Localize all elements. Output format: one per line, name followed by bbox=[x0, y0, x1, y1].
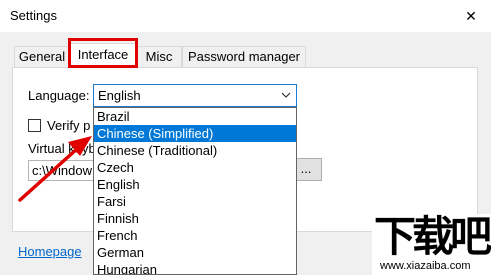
language-select[interactable]: English bbox=[93, 84, 297, 107]
language-label: Language: bbox=[28, 88, 90, 103]
language-option-selected[interactable]: Chinese (Simplified) bbox=[94, 125, 296, 142]
language-option[interactable]: Finnish bbox=[94, 210, 296, 227]
language-option[interactable]: Chinese (Traditional) bbox=[94, 142, 296, 159]
language-select-value: English bbox=[98, 88, 141, 103]
tab-misc-label: Misc bbox=[145, 49, 173, 64]
language-option[interactable]: French bbox=[94, 227, 296, 244]
tab-password-manager-label: Password manager bbox=[188, 49, 300, 64]
language-option[interactable]: English bbox=[94, 176, 296, 193]
homepage-link[interactable]: Homepage bbox=[18, 244, 82, 259]
window-title: Settings bbox=[10, 8, 57, 23]
verify-checkbox[interactable] bbox=[28, 119, 41, 132]
tab-password-manager[interactable]: Password manager bbox=[182, 46, 306, 67]
language-option[interactable]: Czech bbox=[94, 159, 296, 176]
title-bar: Settings ✕ bbox=[0, 0, 491, 32]
verify-checkbox-label: Verify p bbox=[47, 118, 91, 133]
virtual-keyboard-label: Virtual keyb bbox=[28, 141, 96, 156]
language-dropdown-list[interactable]: Brazil Chinese (Simplified) Chinese (Tra… bbox=[93, 107, 297, 275]
tab-misc[interactable]: Misc bbox=[136, 46, 182, 67]
virtual-keyboard-path-value: c:\Window bbox=[32, 163, 92, 178]
language-option[interactable]: Farsi bbox=[94, 193, 296, 210]
tab-general-label: General bbox=[18, 49, 66, 64]
interface-tab-highlight bbox=[68, 38, 138, 68]
browse-button-label: ... bbox=[300, 161, 312, 176]
close-button[interactable]: ✕ bbox=[451, 0, 491, 32]
tab-general[interactable]: General bbox=[14, 46, 70, 67]
language-option[interactable]: Hungarian bbox=[94, 261, 296, 274]
watermark: 下载吧 www.xiazaiba.com bbox=[372, 214, 491, 275]
watermark-logo: 下载吧 bbox=[374, 212, 491, 261]
watermark-url: www.xiazaiba.com bbox=[380, 260, 471, 272]
language-option[interactable]: German bbox=[94, 244, 296, 261]
language-option[interactable]: Brazil bbox=[94, 108, 296, 125]
close-icon: ✕ bbox=[465, 7, 477, 24]
chevron-down-icon bbox=[280, 89, 292, 104]
